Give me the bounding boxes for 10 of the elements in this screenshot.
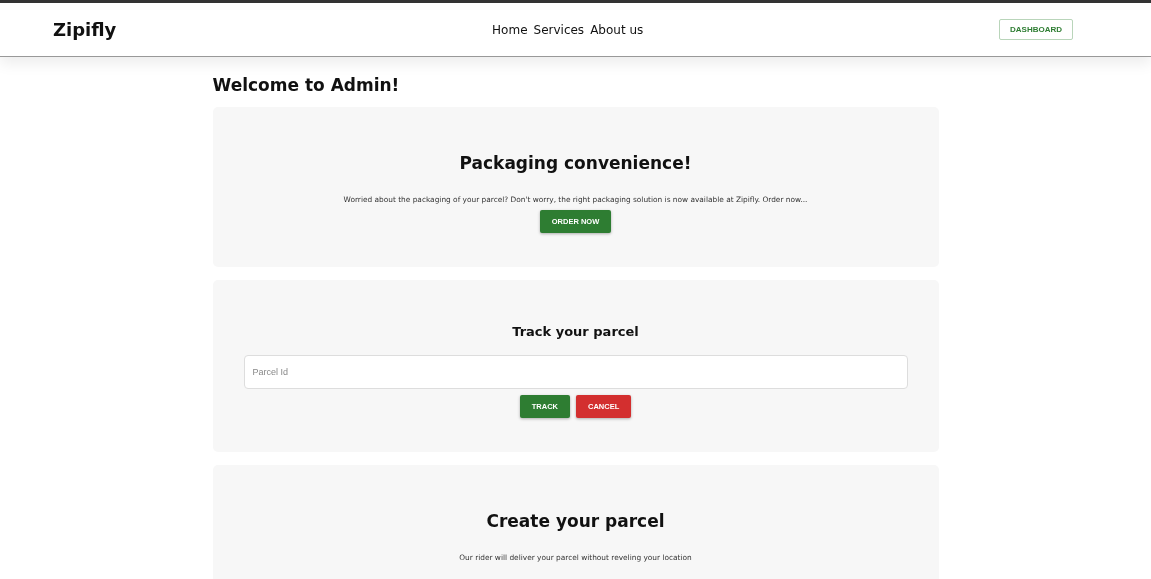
parcel-id-field[interactable]: Parcel Id — [243, 355, 908, 389]
nav-link[interactable]: About us — [590, 22, 644, 37]
card-title: Create your parcel — [486, 511, 665, 531]
dashboard-button[interactable]: DASHBOARD — [999, 19, 1073, 40]
welcome-heading: Welcome to Admin! — [212, 75, 401, 95]
brand-logo[interactable]: Zipifly — [53, 19, 117, 40]
card-title: Packaging convenience! — [459, 153, 692, 173]
nav-link[interactable]: Services — [533, 22, 585, 37]
nav-link[interactable]: Home — [492, 22, 528, 37]
card-title: Track your parcel — [512, 324, 639, 339]
